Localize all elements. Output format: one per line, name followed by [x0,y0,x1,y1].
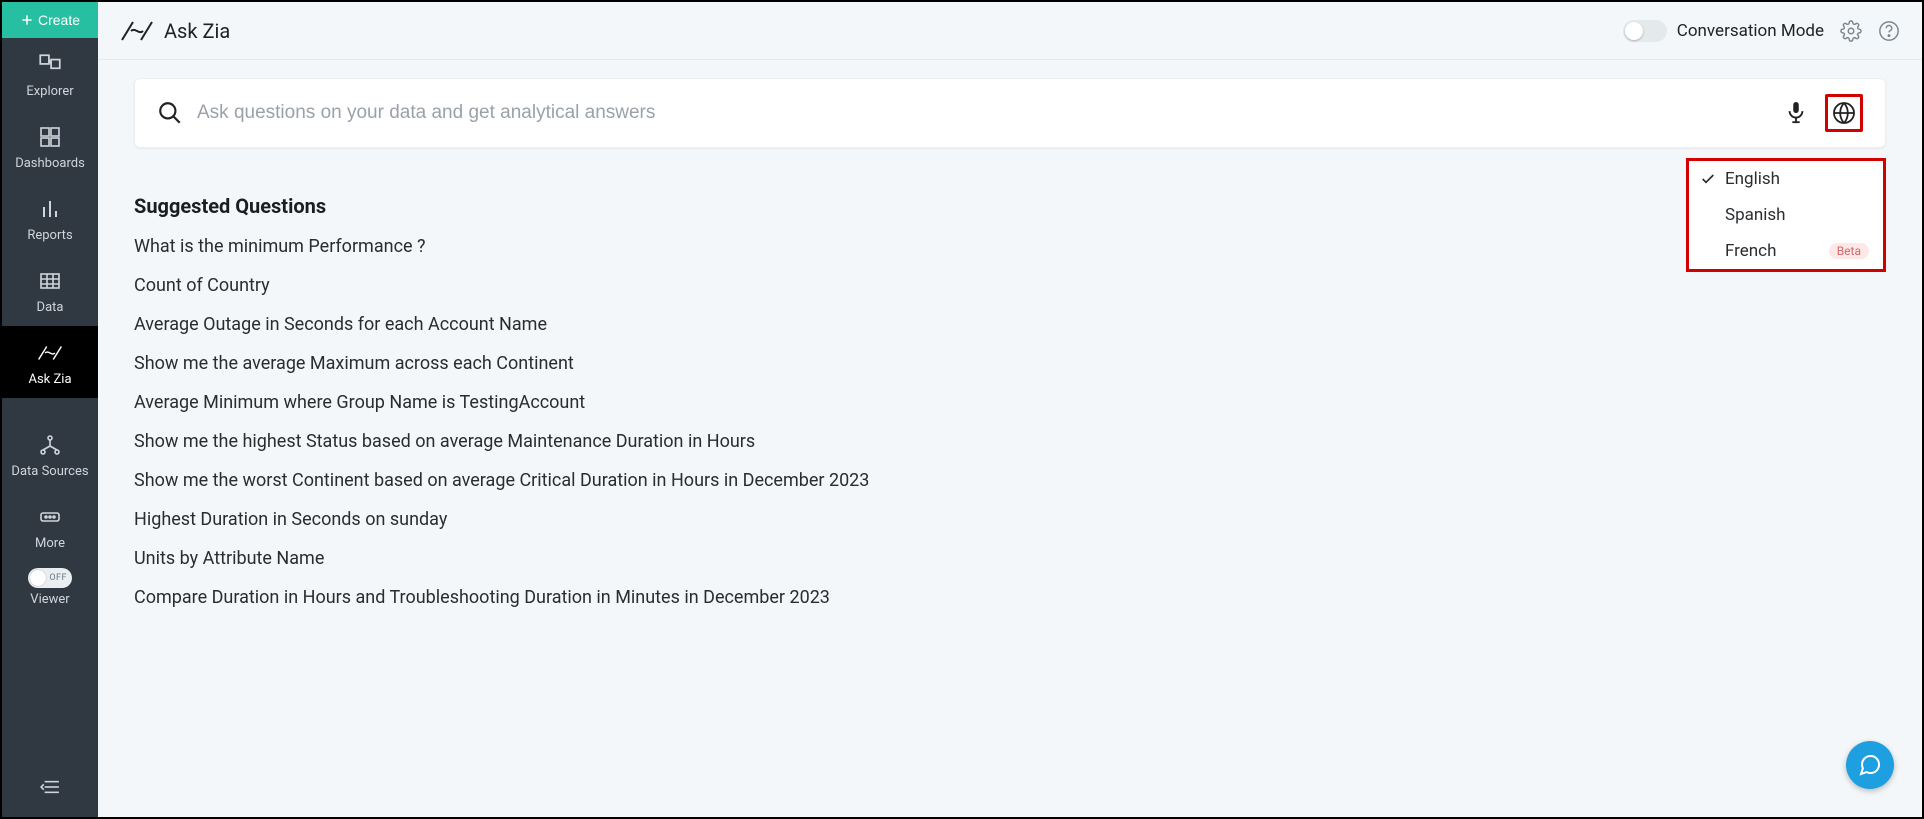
conversation-mode-label: Conversation Mode [1677,21,1824,41]
suggested-questions: Suggested Questions What is the minimum … [134,194,1886,608]
sidebar: Create Explorer Dashboards Reports Data [2,2,98,817]
page-title: Ask Zia [164,19,230,43]
suggested-question[interactable]: Units by Attribute Name [134,548,1886,569]
sidebar-item-label: Explorer [26,84,73,100]
sidebar-item-label: Reports [27,228,72,244]
suggested-questions-title: Suggested Questions [134,194,1886,218]
main-area: Ask Zia Conversation Mode [98,2,1922,817]
sidebar-item-label: More [35,536,65,552]
suggested-question[interactable]: What is the minimum Performance ? [134,236,1886,257]
help-icon[interactable] [1878,20,1900,42]
suggested-question[interactable]: Show me the highest Status based on aver… [134,431,1886,452]
suggested-question[interactable]: Show me the average Maximum across each … [134,353,1886,374]
suggested-question[interactable]: Compare Duration in Hours and Troublesho… [134,587,1886,608]
language-option-label: English [1725,169,1780,189]
language-option-english[interactable]: English [1689,161,1883,197]
zia-logo-icon [120,18,154,44]
settings-icon[interactable] [1840,20,1862,42]
globe-icon [1832,101,1856,125]
sidebar-item-ask-zia[interactable]: Ask Zia [2,326,98,398]
search-icon [157,100,183,126]
chat-button[interactable] [1846,741,1894,789]
search-input[interactable] [197,102,1785,124]
chat-icon [1858,753,1882,777]
suggested-question[interactable]: Count of Country [134,275,1886,296]
sidebar-item-more[interactable]: More [2,490,98,562]
sidebar-item-label: Data Sources [11,464,88,480]
create-button-label: Create [38,12,80,28]
sidebar-item-explorer[interactable]: Explorer [2,38,98,110]
reports-icon [38,196,62,222]
language-button[interactable] [1825,94,1863,132]
create-button[interactable]: Create [2,2,98,38]
plus-icon [20,13,34,27]
viewer-toggle-text: OFF [49,573,67,583]
microphone-icon[interactable] [1785,100,1807,126]
collapse-sidebar-icon[interactable] [39,761,61,817]
suggested-question[interactable]: Show me the worst Continent based on ave… [134,470,1886,491]
data-sources-icon [38,432,62,458]
check-icon [1699,171,1717,187]
viewer-toggle[interactable]: OFF [28,568,72,588]
suggested-question[interactable]: Highest Duration in Seconds on sunday [134,509,1886,530]
search-box [134,78,1886,148]
language-dropdown: English Spanish French Beta [1686,158,1886,272]
sidebar-item-data-sources[interactable]: Data Sources [2,418,98,490]
sidebar-item-data[interactable]: Data [2,254,98,326]
language-option-label: French [1725,241,1776,261]
data-icon [38,268,62,294]
viewer-label: Viewer [30,592,69,607]
conversation-mode-toggle[interactable] [1623,20,1667,42]
content: English Spanish French Beta Suggested Qu… [98,60,1922,626]
language-option-spanish[interactable]: Spanish [1689,197,1883,233]
suggested-question[interactable]: Average Minimum where Group Name is Test… [134,392,1886,413]
sidebar-item-label: Dashboards [15,156,85,172]
suggested-question[interactable]: Average Outage in Seconds for each Accou… [134,314,1886,335]
sidebar-item-reports[interactable]: Reports [2,182,98,254]
more-icon [38,504,62,530]
language-option-french[interactable]: French Beta [1689,233,1883,269]
ask-zia-icon [37,340,63,366]
explorer-icon [37,52,63,78]
beta-badge: Beta [1829,243,1869,259]
dashboards-icon [38,124,62,150]
topbar: Ask Zia Conversation Mode [98,2,1922,60]
sidebar-item-label: Data [37,300,64,316]
language-option-label: Spanish [1725,205,1786,225]
sidebar-item-label: Ask Zia [28,372,71,388]
sidebar-item-dashboards[interactable]: Dashboards [2,110,98,182]
